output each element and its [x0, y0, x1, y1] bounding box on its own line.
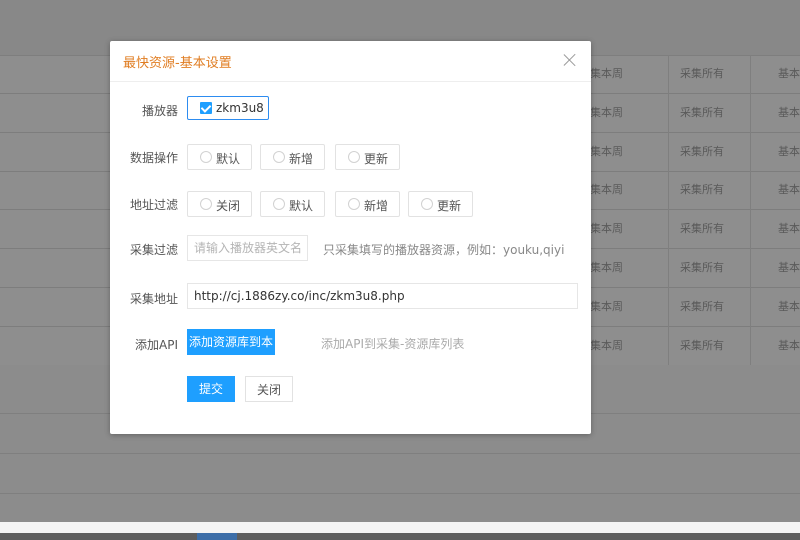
collect-url-input[interactable] [187, 283, 578, 309]
table-cell: 采集所有 [680, 261, 724, 274]
table-cell: 基本 [778, 67, 800, 80]
table-cell: 采集所有 [680, 144, 724, 158]
collect-filter-hint: 只采集填写的播放器资源，例如：youku,qiyi [323, 243, 565, 257]
settings-dialog: 最快资源-基本设置 播放器 zkm3u8 数据操作 默认 新增 更新 地址过滤 … [110, 41, 591, 434]
table-cell: 采集所有 [680, 105, 724, 119]
dialog-title: 最快资源-基本设置 [123, 56, 232, 71]
table-column-divider [668, 55, 669, 365]
table-cell: 采集所有 [680, 299, 724, 313]
table-cell: 集本周 [590, 105, 623, 119]
collect-url-label: 采集地址 [129, 292, 178, 306]
radio-label: 更新 [437, 199, 462, 213]
radio-icon [273, 198, 285, 210]
radio-data-op-new[interactable]: 新增 [260, 144, 325, 170]
close-button[interactable]: 关闭 [245, 376, 293, 402]
data-op-label: 数据操作 [129, 151, 178, 165]
player-checkbox-label: zkm3u8 [216, 101, 264, 115]
add-api-hint: 添加API到采集-资源库列表 [321, 337, 465, 351]
taskbar-active-item [197, 533, 237, 540]
table-cell: 采集所有 [680, 338, 724, 352]
table-cell: 采集所有 [680, 183, 724, 197]
table-cell: 集本周 [590, 67, 623, 80]
radio-icon [348, 151, 360, 163]
radio-label: 新增 [364, 199, 389, 213]
submit-button[interactable]: 提交 [187, 376, 235, 402]
table-cell: 集本周 [590, 183, 623, 197]
table-cell: 采集所有 [680, 222, 724, 236]
table-cell: 集本周 [590, 338, 623, 352]
radio-data-op-default[interactable]: 默认 [187, 144, 252, 170]
add-resource-button[interactable]: 添加资源库到本地 [187, 329, 275, 375]
radio-addr-filter-new[interactable]: 新增 [335, 191, 400, 217]
radio-icon [348, 198, 360, 210]
player-checkbox[interactable]: zkm3u8 [187, 96, 269, 120]
taskbar [0, 533, 800, 540]
table-cell: 集本周 [590, 261, 623, 274]
radio-label: 默认 [289, 199, 314, 213]
radio-icon [421, 198, 433, 210]
player-label: 播放器 [141, 104, 178, 118]
table-cell: 基本 [778, 183, 800, 197]
radio-icon [273, 151, 285, 163]
table-cell: 采集所有 [680, 67, 724, 80]
checkmark-icon [200, 102, 212, 114]
add-api-label: 添加API [135, 338, 178, 352]
table-cell: 基本 [778, 144, 800, 158]
radio-icon [200, 198, 212, 210]
collect-filter-input[interactable] [187, 235, 308, 261]
addr-filter-label: 地址过滤 [129, 198, 178, 212]
table-cell: 基本 [778, 261, 800, 274]
radio-addr-filter-default[interactable]: 默认 [260, 191, 325, 217]
radio-icon [200, 151, 212, 163]
table-cell: 集本周 [590, 144, 623, 158]
radio-label: 关闭 [216, 199, 241, 213]
table-column-divider [750, 55, 751, 365]
table-cell: 基本 [778, 338, 800, 352]
table-cell: 基本 [778, 105, 800, 119]
table-cell: 集本周 [590, 299, 623, 313]
close-icon[interactable] [561, 51, 579, 69]
collect-filter-label: 采集过滤 [129, 243, 178, 257]
radio-addr-filter-update[interactable]: 更新 [408, 191, 473, 217]
radio-label: 新增 [289, 152, 314, 166]
dialog-header: 最快资源-基本设置 [110, 41, 591, 82]
radio-addr-filter-off[interactable]: 关闭 [187, 191, 252, 217]
table-cell: 基本 [778, 222, 800, 236]
divider [0, 453, 800, 454]
radio-data-op-update[interactable]: 更新 [335, 144, 400, 170]
divider [0, 493, 800, 494]
table-cell: 基本 [778, 299, 800, 313]
radio-label: 默认 [216, 152, 241, 166]
radio-label: 更新 [364, 152, 389, 166]
table-cell: 集本周 [590, 222, 623, 236]
